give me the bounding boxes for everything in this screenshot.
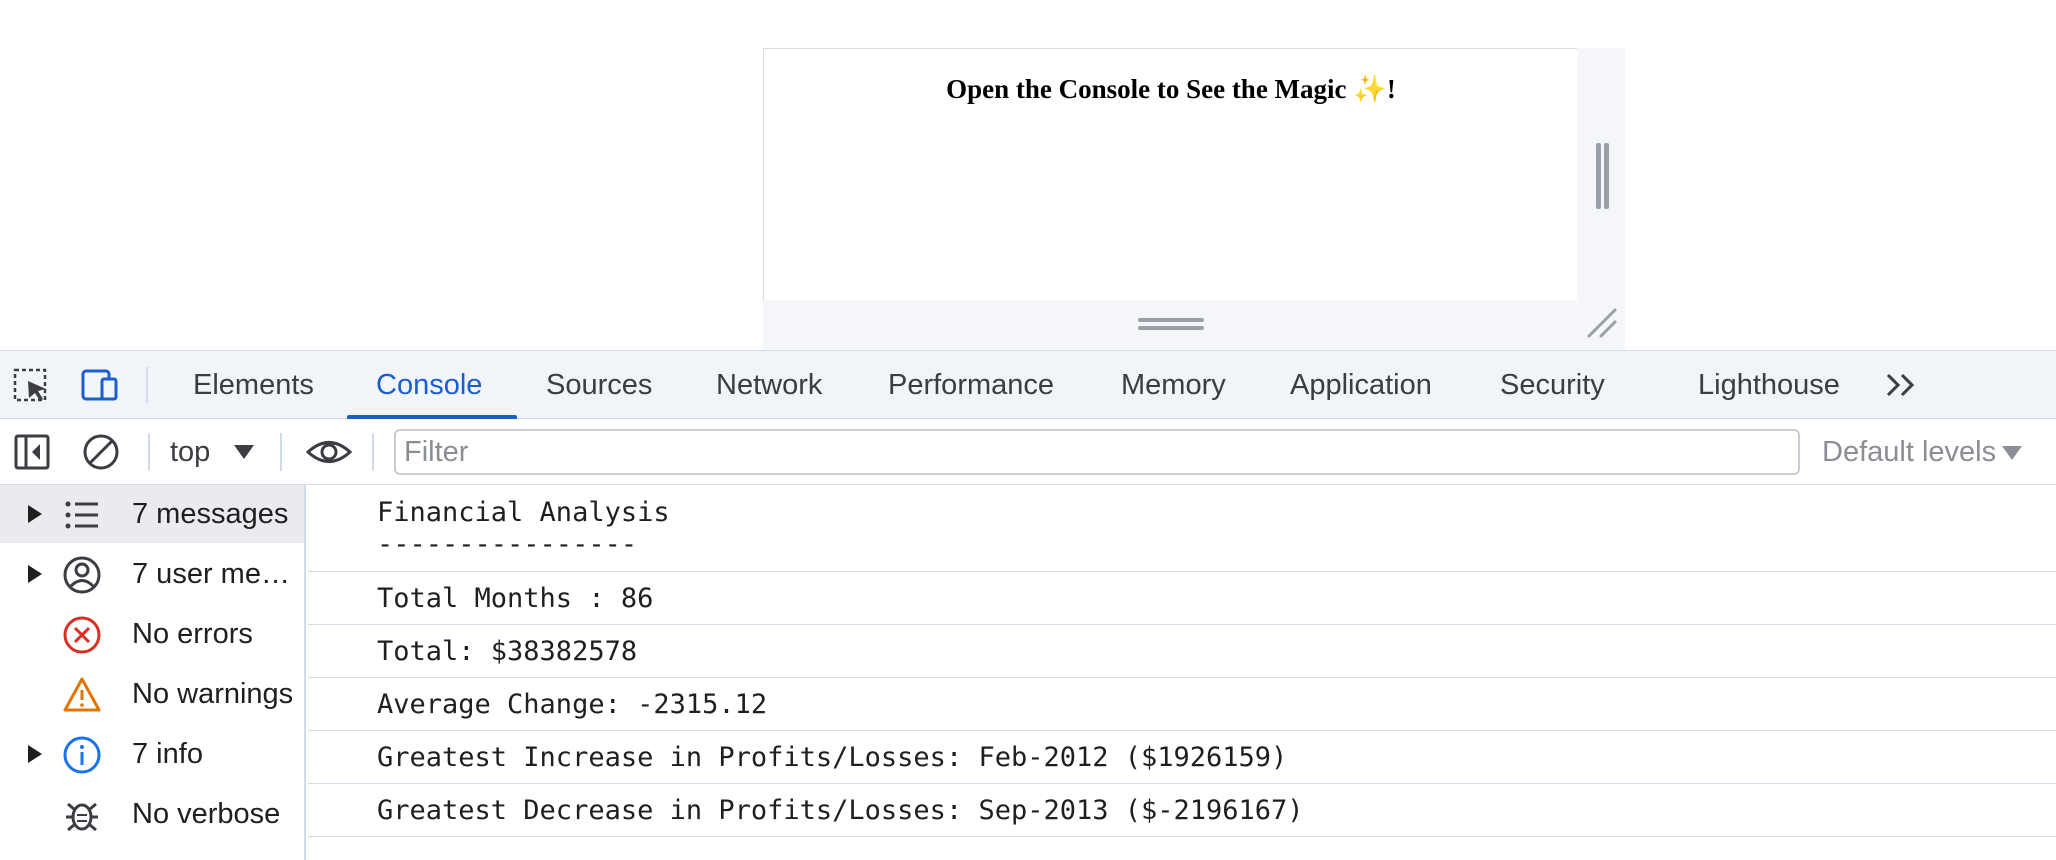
filter-input[interactable] xyxy=(394,429,1800,475)
console-message: Greatest Decrease in Profits/Losses: Sep… xyxy=(308,784,2056,837)
toolbar-separator xyxy=(372,433,374,471)
expand-arrow-icon[interactable] xyxy=(28,745,42,763)
resize-handle-right[interactable] xyxy=(1593,143,1613,213)
console-message: Financial Analysis ---------------- xyxy=(308,485,2056,572)
sidebar-item-label: 7 messages xyxy=(132,498,289,530)
console-toolbar: top Default levels xyxy=(0,419,2056,485)
sidebar-item-warnings[interactable]: No warnings xyxy=(0,665,304,723)
tab-application[interactable]: Application xyxy=(1290,351,1432,419)
devtools-panel: Elements Console Sources Network Perform… xyxy=(0,350,2056,860)
page-heading-text: Open the Console to See the Magic xyxy=(946,74,1347,104)
inspect-element-icon[interactable] xyxy=(12,367,52,403)
tab-elements[interactable]: Elements xyxy=(193,351,314,419)
tab-security[interactable]: Security xyxy=(1500,351,1605,419)
sidebar-item-errors[interactable]: No errors xyxy=(0,605,304,663)
tab-memory[interactable]: Memory xyxy=(1121,351,1226,419)
sidebar-item-label: No warnings xyxy=(132,678,294,710)
user-icon xyxy=(63,556,101,594)
warning-icon xyxy=(63,677,101,712)
page-heading: Open the Console to See the Magic ✨! xyxy=(764,73,1578,105)
error-icon xyxy=(63,616,101,654)
sidebar-item-user-messages[interactable]: 7 user messages xyxy=(0,545,304,603)
expand-arrow-icon[interactable] xyxy=(28,565,42,583)
bug-icon xyxy=(66,802,98,832)
tabbar-separator xyxy=(146,367,148,403)
console-output: Financial Analysis ---------------- Tota… xyxy=(308,485,2056,860)
chevron-down-icon xyxy=(2002,446,2023,461)
device-screen: Open the Console to See the Magic ✨! xyxy=(763,48,1577,300)
tab-network[interactable]: Network xyxy=(716,351,822,419)
toolbar-separator xyxy=(148,433,150,471)
chevron-down-icon[interactable] xyxy=(234,445,254,459)
resize-handle-bottom[interactable] xyxy=(1138,316,1208,332)
resize-corner-icon[interactable] xyxy=(1585,306,1619,340)
console-sidebar: 7 messages 7 user messages No errors xyxy=(0,485,306,860)
log-levels-label: Default levels xyxy=(1822,436,1997,468)
sparkle-icon: ✨ xyxy=(1353,74,1387,104)
context-selector[interactable]: top xyxy=(170,429,210,475)
clear-console-icon[interactable] xyxy=(80,431,122,473)
sidebar-item-label: 7 user messages xyxy=(132,558,302,590)
sidebar-item-messages[interactable]: 7 messages xyxy=(0,485,304,543)
tab-lighthouse[interactable]: Lighthouse xyxy=(1698,351,1840,419)
sidebar-toggle-icon[interactable] xyxy=(12,431,54,473)
eye-icon[interactable] xyxy=(305,431,353,473)
page-heading-tail: ! xyxy=(1386,74,1396,104)
toolbar-separator xyxy=(280,433,282,471)
console-message: Average Change: -2315.12 xyxy=(308,678,2056,731)
sidebar-item-info[interactable]: 7 info xyxy=(0,725,304,783)
expand-arrow-icon[interactable] xyxy=(28,505,42,523)
info-icon xyxy=(63,736,101,774)
log-levels-dropdown[interactable]: Default levels xyxy=(1822,429,2023,475)
tab-performance[interactable]: Performance xyxy=(888,351,1054,419)
sidebar-item-label: No verbose xyxy=(132,798,281,830)
device-toolbar-icon[interactable] xyxy=(80,367,120,403)
sidebar-item-label: 7 info xyxy=(132,738,203,770)
console-message: Total Months : 86 xyxy=(308,572,2056,625)
tab-sources[interactable]: Sources xyxy=(546,351,652,419)
console-message: Greatest Increase in Profits/Losses: Feb… xyxy=(308,731,2056,784)
chevron-double-right-icon[interactable] xyxy=(1880,363,1926,407)
sidebar-item-label: No errors xyxy=(132,618,253,650)
sidebar-item-verbose[interactable]: No verbose xyxy=(0,785,304,843)
list-icon xyxy=(65,501,98,529)
devtools-tabbar: Elements Console Sources Network Perform… xyxy=(0,350,2056,419)
console-message: Total: $38382578 xyxy=(308,625,2056,678)
page-viewport: Open the Console to See the Magic ✨! xyxy=(0,0,2056,350)
tab-console[interactable]: Console xyxy=(376,351,482,419)
device-frame: Open the Console to See the Magic ✨! xyxy=(763,48,1625,350)
